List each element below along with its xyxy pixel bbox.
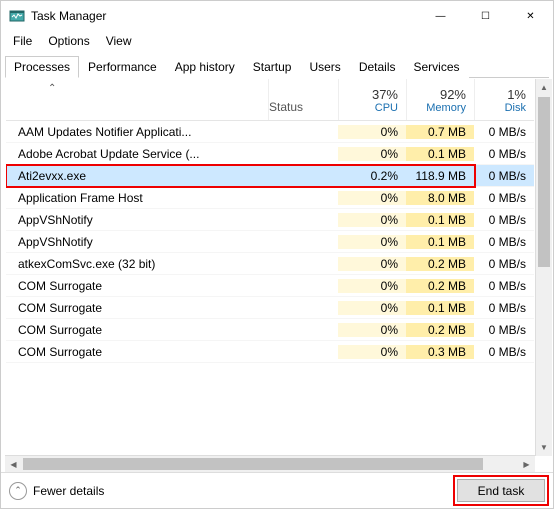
- scroll-up-icon[interactable]: ▲: [536, 79, 552, 96]
- process-memory: 0.1 MB: [406, 235, 474, 249]
- menubar: File Options View: [1, 31, 553, 51]
- table-row[interactable]: COM Surrogate 0%0.3 MB0 MB/s: [6, 341, 534, 363]
- process-disk: 0 MB/s: [474, 169, 534, 183]
- maximize-button[interactable]: ☐: [463, 1, 508, 31]
- process-memory: 0.2 MB: [406, 323, 474, 337]
- process-name: Adobe Acrobat Update Service (...: [6, 147, 268, 161]
- header-cpu[interactable]: 37% CPU: [338, 79, 406, 120]
- process-memory: 8.0 MB: [406, 191, 474, 205]
- process-disk: 0 MB/s: [474, 345, 534, 359]
- window-title: Task Manager: [31, 9, 418, 23]
- process-disk: 0 MB/s: [474, 147, 534, 161]
- process-name: COM Surrogate: [6, 323, 268, 337]
- end-task-button[interactable]: End task: [457, 479, 545, 502]
- process-memory: 0.2 MB: [406, 257, 474, 271]
- sort-ascending-icon: ⌃: [48, 83, 56, 94]
- minimize-button[interactable]: —: [418, 1, 463, 31]
- header-name[interactable]: ⌃ Name: [6, 79, 268, 120]
- tab-processes[interactable]: Processes: [5, 56, 79, 78]
- process-disk: 0 MB/s: [474, 213, 534, 227]
- process-disk: 0 MB/s: [474, 235, 534, 249]
- process-memory: 0.1 MB: [406, 301, 474, 315]
- table-row[interactable]: AAM Updates Notifier Applicati... 0%0.7 M…: [6, 121, 534, 143]
- process-memory: 0.7 MB: [406, 125, 474, 139]
- process-disk: 0 MB/s: [474, 125, 534, 139]
- fewer-details-button[interactable]: ⌃ Fewer details: [9, 482, 457, 500]
- process-cpu: 0.2%: [338, 169, 406, 183]
- tab-startup[interactable]: Startup: [244, 56, 301, 78]
- process-name: Application Frame Host: [6, 191, 268, 205]
- close-button[interactable]: ✕: [508, 1, 553, 31]
- table-row[interactable]: Application Frame Host 0%8.0 MB0 MB/s: [6, 187, 534, 209]
- table-row[interactable]: COM Surrogate 0%0.2 MB0 MB/s: [6, 275, 534, 297]
- process-name: COM Surrogate: [6, 301, 268, 315]
- process-disk: 0 MB/s: [474, 323, 534, 337]
- vertical-scrollbar[interactable]: ▲ ▼: [535, 79, 552, 456]
- process-memory: 0.1 MB: [406, 147, 474, 161]
- process-cpu: 0%: [338, 323, 406, 337]
- process-cpu: 0%: [338, 279, 406, 293]
- process-memory: 0.2 MB: [406, 279, 474, 293]
- process-cpu: 0%: [338, 257, 406, 271]
- table-row[interactable]: AppVShNotify 0%0.1 MB0 MB/s: [6, 231, 534, 253]
- process-disk: 0 MB/s: [474, 279, 534, 293]
- menu-file[interactable]: File: [5, 32, 40, 50]
- process-cpu: 0%: [338, 213, 406, 227]
- header-disk[interactable]: 1% Disk: [474, 79, 534, 120]
- process-cpu: 0%: [338, 345, 406, 359]
- process-list: AAM Updates Notifier Applicati...0%0.7 M…: [6, 121, 534, 363]
- process-name: AppVShNotify: [6, 213, 268, 227]
- process-name: COM Surrogate: [6, 279, 268, 293]
- column-headers: ⌃ Name Status 37% CPU 92% Memory 1% Disk: [6, 79, 534, 121]
- tab-services[interactable]: Services: [405, 56, 469, 78]
- process-disk: 0 MB/s: [474, 191, 534, 205]
- menu-view[interactable]: View: [98, 32, 140, 50]
- process-memory: 0.1 MB: [406, 213, 474, 227]
- titlebar[interactable]: Task Manager — ☐ ✕: [1, 1, 553, 31]
- process-name: AppVShNotify: [6, 235, 268, 249]
- tab-performance[interactable]: Performance: [79, 56, 166, 78]
- process-memory: 0.3 MB: [406, 345, 474, 359]
- scroll-left-icon[interactable]: ◀: [5, 456, 22, 472]
- process-name: atkexComSvc.exe (32 bit): [6, 257, 268, 271]
- tab-details[interactable]: Details: [350, 56, 405, 78]
- scroll-down-icon[interactable]: ▼: [536, 439, 552, 456]
- process-cpu: 0%: [338, 125, 406, 139]
- menu-options[interactable]: Options: [40, 32, 97, 50]
- table-row[interactable]: COM Surrogate 0%0.2 MB0 MB/s: [6, 319, 534, 341]
- process-memory: 118.9 MB: [406, 169, 474, 183]
- table-row[interactable]: atkexComSvc.exe (32 bit) 0%0.2 MB0 MB/s: [6, 253, 534, 275]
- horizontal-scrollbar[interactable]: ◀ ▶: [5, 455, 535, 472]
- header-memory[interactable]: 92% Memory: [406, 79, 474, 120]
- footer: ⌃ Fewer details End task: [1, 472, 553, 508]
- process-name: Ati2evxx.exe: [6, 169, 268, 183]
- process-name: AAM Updates Notifier Applicati...: [6, 125, 268, 139]
- tab-users[interactable]: Users: [300, 56, 349, 78]
- scroll-thumb-vertical[interactable]: [538, 97, 550, 267]
- table-row[interactable]: Adobe Acrobat Update Service (... 0%0.1 M…: [6, 143, 534, 165]
- table-row[interactable]: COM Surrogate 0%0.1 MB0 MB/s: [6, 297, 534, 319]
- process-cpu: 0%: [338, 147, 406, 161]
- process-cpu: 0%: [338, 301, 406, 315]
- chevron-up-icon: ⌃: [9, 482, 27, 500]
- table-row[interactable]: AppVShNotify 0%0.1 MB0 MB/s: [6, 209, 534, 231]
- scroll-thumb-horizontal[interactable]: [23, 458, 483, 470]
- process-disk: 0 MB/s: [474, 301, 534, 315]
- process-cpu: 0%: [338, 235, 406, 249]
- process-disk: 0 MB/s: [474, 257, 534, 271]
- app-icon: [9, 8, 25, 24]
- scroll-right-icon[interactable]: ▶: [518, 456, 535, 472]
- header-status[interactable]: Status: [268, 79, 338, 120]
- tab-strip: Processes Performance App history Startu…: [5, 55, 549, 78]
- tab-app-history[interactable]: App history: [166, 56, 244, 78]
- process-name: COM Surrogate: [6, 345, 268, 359]
- table-row[interactable]: Ati2evxx.exe 0.2%118.9 MB0 MB/s: [6, 165, 534, 187]
- process-cpu: 0%: [338, 191, 406, 205]
